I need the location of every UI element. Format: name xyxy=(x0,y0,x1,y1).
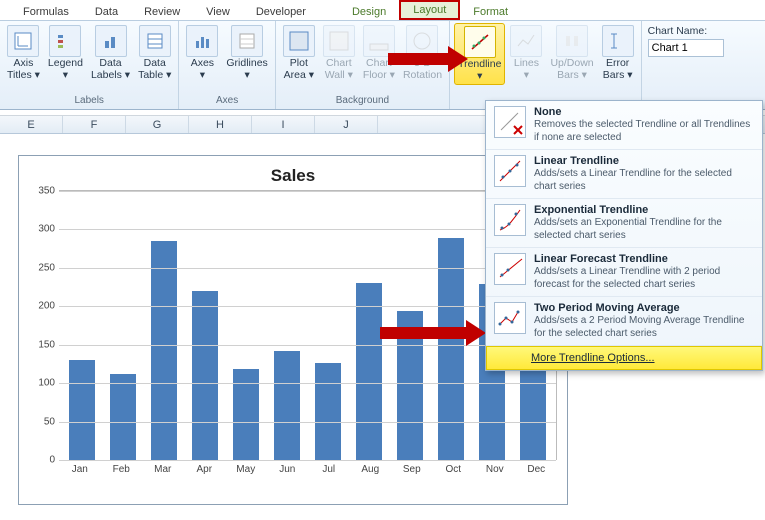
trendline-option-icon xyxy=(494,204,526,236)
rotation-button: 3-DRotation xyxy=(400,23,445,83)
dd-title: Two Period Moving Average xyxy=(534,302,754,314)
trendline-option-icon xyxy=(494,302,526,334)
axes-button[interactable]: Axes▾ xyxy=(183,23,221,83)
tab-data[interactable]: Data xyxy=(82,3,131,20)
trendline-option-0[interactable]: NoneRemoves the selected Trendline or al… xyxy=(486,101,762,150)
bar-Aug[interactable] xyxy=(356,283,382,460)
tab-format[interactable]: Format xyxy=(460,3,521,20)
group-axes: Axes xyxy=(183,95,270,109)
trendline-option-3[interactable]: Linear Forecast TrendlineAdds/sets a Lin… xyxy=(486,248,762,297)
data-table-button[interactable]: DataTable ▾ xyxy=(135,23,174,83)
dd-desc: Adds/sets a Linear Trendline for the sel… xyxy=(534,168,754,193)
bar-Jul[interactable] xyxy=(315,363,341,460)
bar-Jan[interactable] xyxy=(69,360,95,460)
more-trendline-options[interactable]: More Trendline Options... xyxy=(486,346,762,370)
ribbon: AxisTitles ▾ Legend▾ DataLabels ▾ DataTa… xyxy=(0,20,765,110)
tab-strip: Formulas Data Review View Developer Desi… xyxy=(0,0,765,20)
ytick: 300 xyxy=(29,224,55,235)
trendline-option-4[interactable]: Two Period Moving AverageAdds/sets a 2 P… xyxy=(486,297,762,346)
col-J[interactable]: J xyxy=(315,116,378,133)
group-labels: Labels xyxy=(4,95,174,109)
x-axis: Jan Feb Mar Apr May Jun Jul Aug Sep Oct Nov Dec xyxy=(59,464,557,475)
chart-floor-button: ChartFloor ▾ xyxy=(360,23,398,83)
bar-Jun[interactable] xyxy=(274,351,300,460)
tab-formulas[interactable]: Formulas xyxy=(10,3,82,20)
trendline-option-1[interactable]: Linear TrendlineAdds/sets a Linear Trend… xyxy=(486,150,762,199)
dd-title: Exponential Trendline xyxy=(534,204,754,216)
tab-developer[interactable]: Developer xyxy=(243,3,319,20)
bar-Feb[interactable] xyxy=(110,374,136,460)
gridlines-button[interactable]: Gridlines▾ xyxy=(223,23,270,83)
xtick: Dec xyxy=(523,464,549,475)
bar-Sep[interactable] xyxy=(397,311,423,460)
dd-desc: Adds/sets a Linear Trendline with 2 peri… xyxy=(534,266,754,291)
data-labels-button[interactable]: DataLabels ▾ xyxy=(88,23,133,83)
ytick: 150 xyxy=(29,339,55,350)
trendline-option-2[interactable]: Exponential TrendlineAdds/sets an Expone… xyxy=(486,199,762,248)
dd-desc: Removes the selected Trendline or all Tr… xyxy=(534,119,754,144)
col-H[interactable]: H xyxy=(189,116,252,133)
ytick: 50 xyxy=(29,416,55,427)
chart-name-label: Chart Name: xyxy=(648,25,724,37)
plot-area-button[interactable]: PlotArea ▾ xyxy=(280,23,318,83)
dd-desc: Adds/sets an Exponential Trendline for t… xyxy=(534,217,754,242)
trendline-button[interactable]: Trendline▾ xyxy=(454,23,505,85)
xtick: Jan xyxy=(67,464,93,475)
tab-view[interactable]: View xyxy=(193,3,243,20)
ytick: 100 xyxy=(29,378,55,389)
ytick: 200 xyxy=(29,301,55,312)
xtick: Jun xyxy=(274,464,300,475)
plot-area[interactable]: 050100150200250300350 xyxy=(59,190,557,460)
lines-button: Lines▾ xyxy=(507,23,545,83)
ytick: 250 xyxy=(29,262,55,273)
group-background: Background xyxy=(280,95,445,109)
trendline-dropdown: NoneRemoves the selected Trendline or al… xyxy=(485,100,763,371)
xtick: Sep xyxy=(399,464,425,475)
xtick: Oct xyxy=(440,464,466,475)
trendline-option-icon xyxy=(494,253,526,285)
col-G[interactable]: G xyxy=(126,116,189,133)
dd-desc: Adds/sets a 2 Period Moving Average Tren… xyxy=(534,315,754,340)
xtick: Nov xyxy=(482,464,508,475)
error-bars-button[interactable]: ErrorBars ▾ xyxy=(599,23,637,83)
updown-bars-button: Up/DownBars ▾ xyxy=(547,23,596,83)
axis-titles-button[interactable]: AxisTitles ▾ xyxy=(4,23,43,83)
tab-review[interactable]: Review xyxy=(131,3,193,20)
xtick: Jul xyxy=(316,464,342,475)
xtick: May xyxy=(233,464,259,475)
ytick: 350 xyxy=(29,186,55,197)
ytick: 0 xyxy=(29,455,55,466)
tab-layout[interactable]: Layout xyxy=(399,0,460,20)
bar-Oct[interactable] xyxy=(438,238,464,460)
col-F[interactable]: F xyxy=(63,116,126,133)
xtick: Aug xyxy=(357,464,383,475)
col-E[interactable]: E xyxy=(0,116,63,133)
chart-name-group: Chart Name: xyxy=(642,21,730,109)
bar-Apr[interactable] xyxy=(192,291,218,460)
chart-name-input[interactable] xyxy=(648,39,724,57)
trendline-option-icon xyxy=(494,106,526,138)
trendline-option-icon xyxy=(494,155,526,187)
col-I[interactable]: I xyxy=(252,116,315,133)
chart-wall-button: ChartWall ▾ xyxy=(320,23,358,83)
legend-button[interactable]: Legend▾ xyxy=(45,23,86,83)
xtick: Feb xyxy=(108,464,134,475)
xtick: Mar xyxy=(150,464,176,475)
dd-title: None xyxy=(534,106,754,118)
bar-Mar[interactable] xyxy=(151,241,177,460)
dd-title: Linear Forecast Trendline xyxy=(534,253,754,265)
tab-design[interactable]: Design xyxy=(339,3,399,20)
xtick: Apr xyxy=(191,464,217,475)
dd-title: Linear Trendline xyxy=(534,155,754,167)
